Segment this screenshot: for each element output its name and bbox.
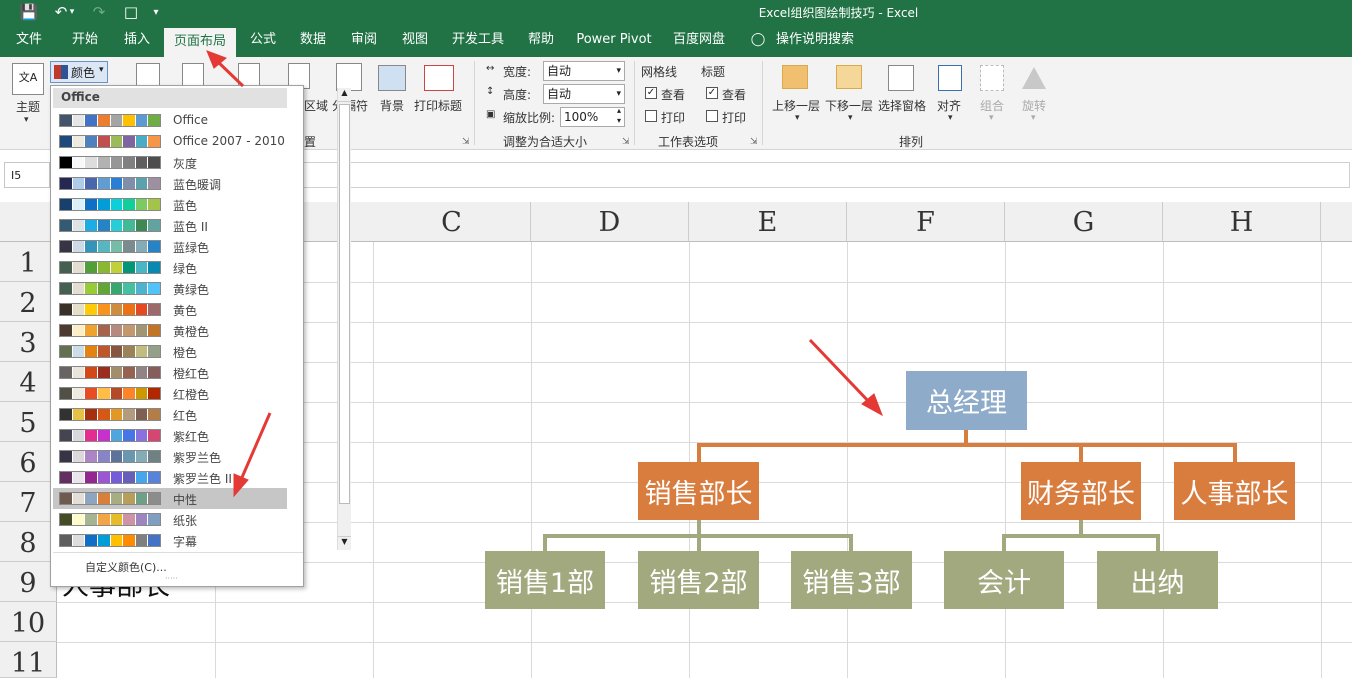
red-arrow-to-ceo bbox=[808, 338, 874, 407]
annotation-arrows bbox=[206, 50, 883, 498]
arrow-head-icon bbox=[233, 473, 249, 498]
red-arrow-to-tab bbox=[214, 58, 245, 88]
red-arrow-to-neutral bbox=[238, 412, 272, 483]
